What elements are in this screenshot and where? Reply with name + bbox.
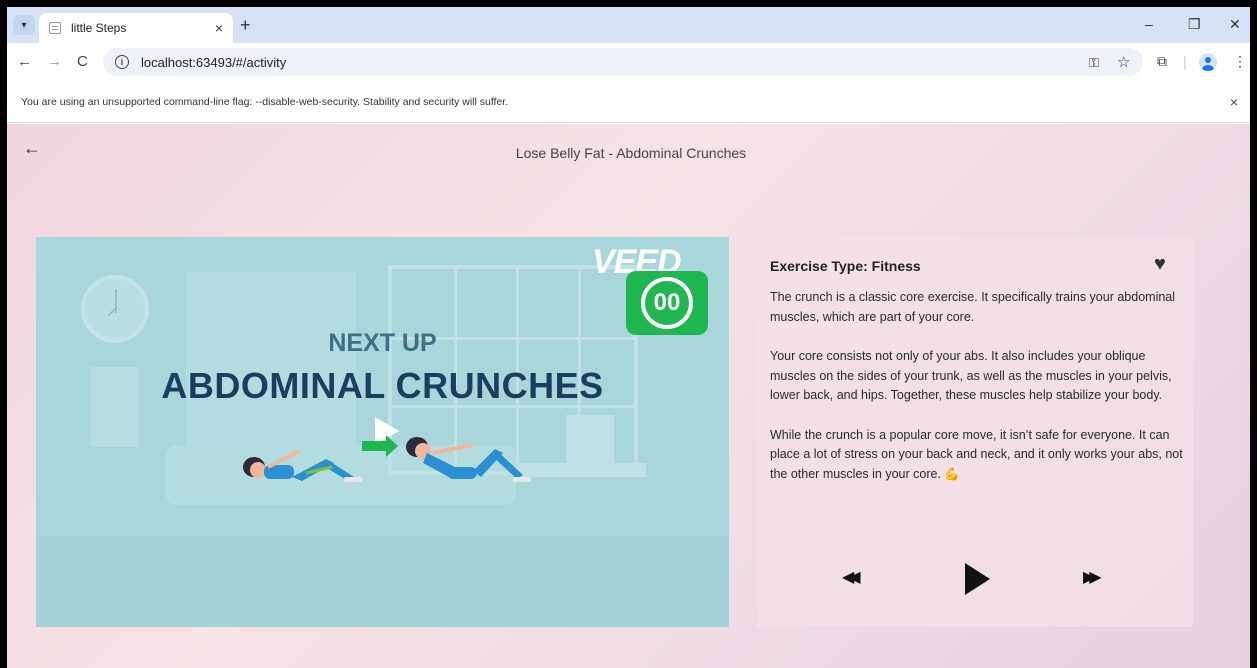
restore-button[interactable]: ❐ <box>1188 16 1201 33</box>
heart-icon[interactable]: ♥ <box>1154 253 1166 276</box>
toolbar-divider: | <box>1183 53 1187 69</box>
tab-close-icon[interactable]: × <box>215 20 223 36</box>
crunch-figure-end <box>406 437 531 482</box>
infobar-message: You are using an unsupported command-lin… <box>21 95 509 108</box>
new-tab-button[interactable]: + <box>240 15 251 36</box>
exercise-info-card: Exercise Type: Fitness ♥ The crunch is a… <box>757 237 1193 627</box>
profile-avatar-icon[interactable] <box>1199 53 1217 71</box>
next-up-label: NEXT UP <box>36 329 729 358</box>
description-paragraph-3: While the crunch is a popular core move,… <box>770 427 1183 481</box>
rewind-icon[interactable]: ◀◀ <box>842 567 860 587</box>
back-button[interactable]: ← <box>17 53 32 70</box>
extensions-icon[interactable]: ⧉ <box>1157 53 1167 70</box>
password-key-icon[interactable]: ⚿ <box>1089 55 1099 71</box>
minimize-button[interactable]: – <box>1145 16 1153 32</box>
transition-arrow-icon <box>362 435 398 457</box>
site-info-icon[interactable]: i <box>115 55 129 69</box>
warning-infobar: You are using an unsupported command-lin… <box>7 81 1250 123</box>
close-window-button[interactable]: ✕ <box>1229 16 1241 33</box>
fast-forward-icon[interactable]: ▶▶ <box>1083 567 1101 587</box>
crunch-figure-start <box>243 449 362 482</box>
play-icon[interactable] <box>965 563 990 595</box>
exercise-type-title: Exercise Type: Fitness <box>770 258 921 274</box>
page-favicon-icon <box>49 22 61 34</box>
veed-badge-number: 00 <box>641 277 693 329</box>
tab-search-button[interactable]: ▾ <box>13 15 35 35</box>
video-bg-floor <box>36 537 729 627</box>
video-player[interactable]: VEED 00 NEXT UP ABDOMINAL CRUNCHES <box>36 237 729 627</box>
forward-button[interactable]: → <box>47 53 62 70</box>
bookmark-star-icon[interactable]: ☆ <box>1117 53 1130 71</box>
exercise-description: The crunch is a classic core exercise. I… <box>770 288 1184 504</box>
tab-strip: ▾ little Steps × + – ❐ ✕ <box>7 7 1250 43</box>
infobar-close-icon[interactable]: × <box>1230 94 1238 110</box>
exercise-name-banner: ABDOMINAL CRUNCHES <box>161 365 604 406</box>
tab-title: little Steps <box>71 21 127 35</box>
browser-window: ▾ little Steps × + – ❐ ✕ ← → C i localho… <box>7 7 1250 668</box>
tab-little-steps[interactable]: little Steps × <box>39 13 233 43</box>
next-up-text: NEXT UP <box>328 329 437 357</box>
browser-toolbar: ← → C i localhost:63493/#/activity ⚿ ☆ ⧉… <box>7 43 1250 81</box>
address-bar[interactable]: i localhost:63493/#/activity ⚿ ☆ <box>103 48 1143 76</box>
reload-button[interactable]: C <box>77 53 88 70</box>
veed-badge: 00 <box>626 271 708 335</box>
app-content: ← Lose Belly Fat - Abdominal Crunches VE… <box>7 124 1250 668</box>
page-title: Lose Belly Fat - Abdominal Crunches <box>515 145 747 161</box>
description-paragraph-1: The crunch is a classic core exercise. I… <box>770 290 1176 324</box>
browser-menu-icon[interactable]: ⋮ <box>1233 53 1247 70</box>
url-text: localhost:63493/#/activity <box>141 54 287 70</box>
description-paragraph-2: Your core consists not only of your abs.… <box>770 349 1172 402</box>
